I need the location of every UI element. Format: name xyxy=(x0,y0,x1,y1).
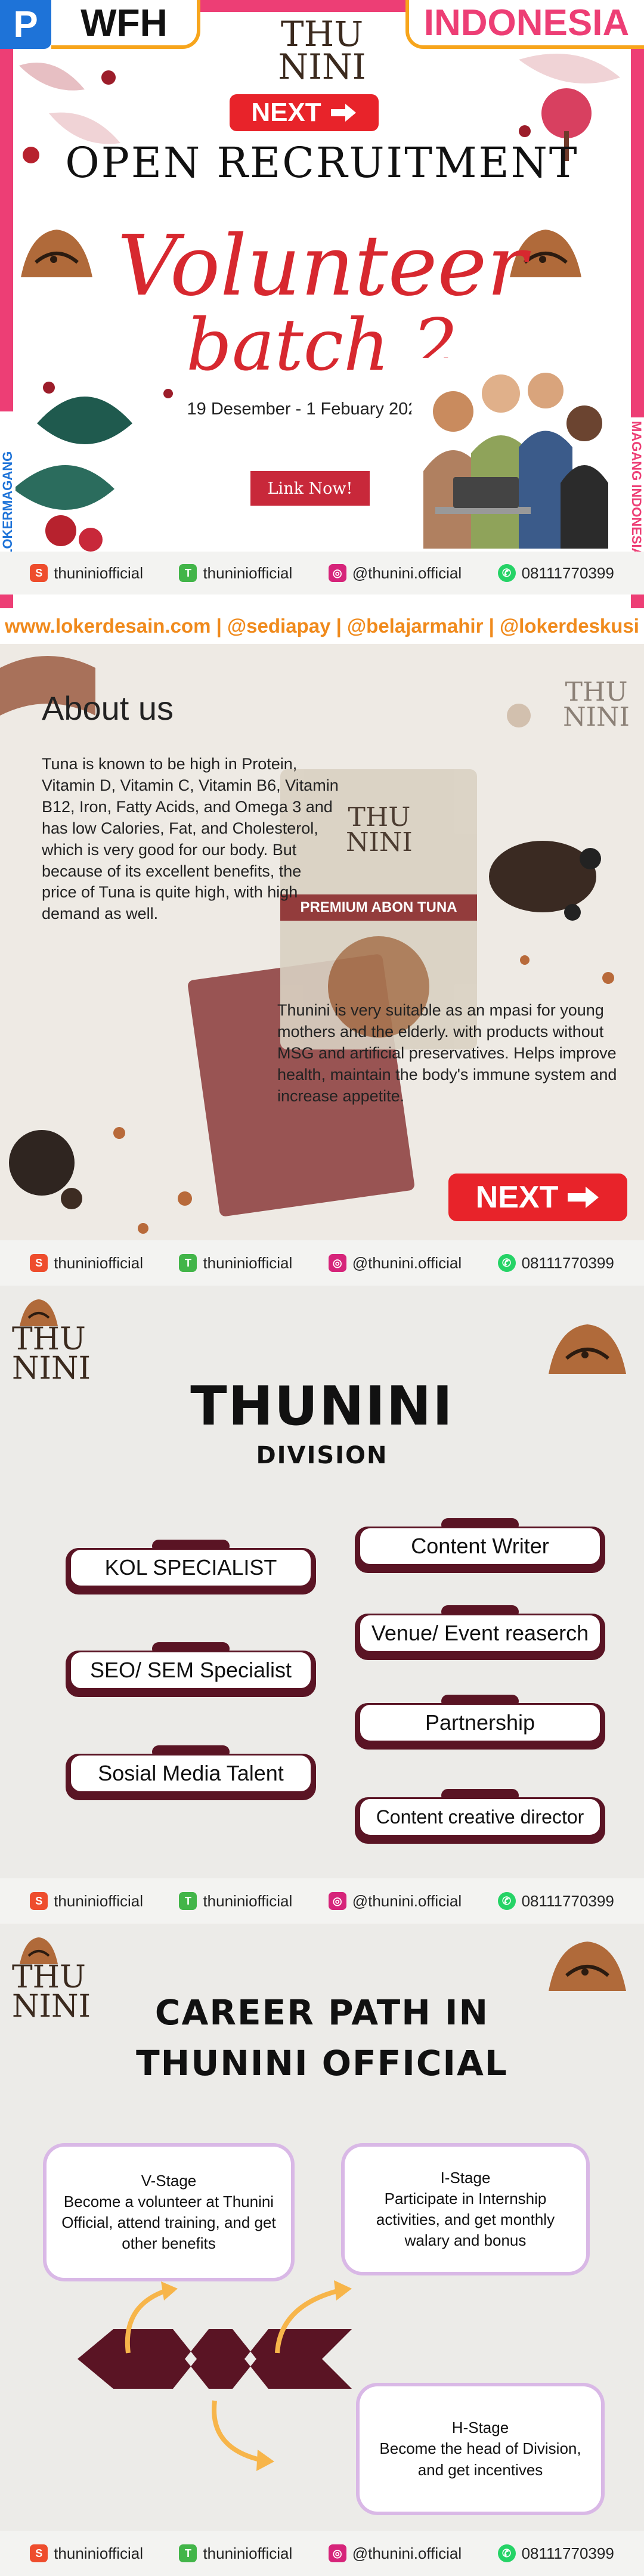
team-photo xyxy=(411,358,614,549)
footer-whatsapp[interactable]: ✆ 08111770399 xyxy=(497,2544,614,2563)
stage-v-name: V-Stage xyxy=(141,2171,197,2190)
emblem-right xyxy=(549,1324,626,1374)
whatsapp-icon: ✆ xyxy=(497,2544,516,2562)
shopee-icon: S xyxy=(30,2544,48,2562)
role-card: Sosial Media Talent xyxy=(66,1745,316,1800)
tokopedia-icon: T xyxy=(179,2544,197,2562)
division-subtitle: DIVISION xyxy=(256,1442,388,1469)
footer-bar-1: Sthuniniofficial Tthuniniofficial ◎ @thun… xyxy=(0,552,644,595)
career-title-line1: CAREER PATH IN xyxy=(154,1992,490,2033)
stage-h-desc: Become the head of Division, and get inc… xyxy=(379,2439,581,2479)
curved-arrow-icon xyxy=(212,2400,263,2463)
footer-shopee[interactable]: Sthuniniofficial xyxy=(30,1254,143,1272)
shopee-icon: S xyxy=(30,564,48,582)
role-card: SEO/ SEM Specialist xyxy=(66,1642,316,1697)
role-venue-event-research: Venue/ Event reaserch xyxy=(358,1614,602,1653)
whatsapp-icon: ✆ xyxy=(497,1892,516,1910)
whatsapp-icon: ✆ xyxy=(497,1254,516,1272)
badge-wfh: WFH xyxy=(51,0,200,49)
footer-instagram[interactable]: ◎ @thunini.official xyxy=(328,564,462,583)
role-card: Venue/ Event reaserch xyxy=(355,1605,605,1660)
role-content-creative-director: Content creative director xyxy=(358,1797,602,1837)
side-label-magang-indonesia: MAGANG INDONESIA xyxy=(628,417,644,572)
footer-whatsapp[interactable]: ✆ 08111770399 xyxy=(497,1892,614,1911)
next-button-about[interactable]: NEXT xyxy=(448,1174,627,1221)
role-content-writer: Content Writer xyxy=(358,1527,602,1566)
chevron-band xyxy=(78,2329,352,2389)
role-card: Content Writer xyxy=(355,1518,605,1573)
open-recruitment-title: OPEN RECRUITMENT xyxy=(65,138,579,187)
career-path-section: THU NINI CAREER PATH IN THUNINI OFFICIAL… xyxy=(0,1924,644,2531)
footer-tokopedia[interactable]: Tthuniniofficial xyxy=(179,2544,292,2563)
link-now-button[interactable]: Link Now! xyxy=(250,471,370,506)
instagram-icon: ◎ xyxy=(328,1892,346,1910)
footer-shopee[interactable]: Sthuniniofficial xyxy=(30,564,143,583)
stage-v: V-Stage Become a volunteer at Thunini Of… xyxy=(47,2147,291,2278)
stage-i-desc: Participate in Internship activities, an… xyxy=(376,2189,555,2250)
footer-shopee[interactable]: Sthuniniofficial xyxy=(30,2544,143,2563)
shopee-icon: S xyxy=(30,1892,48,1910)
badge-p: P xyxy=(0,0,51,49)
website-links-bar: www.lokerdesain.com | @sediapay | @belaj… xyxy=(0,608,644,644)
footer-bar-2: Sthuniniofficial Tthuniniofficial ◎ @thun… xyxy=(0,1240,644,1286)
next-button-top[interactable]: NEXT xyxy=(230,94,379,131)
instagram-icon: ◎ xyxy=(328,564,346,582)
thunini-watermark: THU NINI xyxy=(563,677,630,732)
division-section: THU NINI THUNINI DIVISION KOL SPECIALIST… xyxy=(0,1286,644,1878)
volunteer-title: Volunteer xyxy=(117,218,527,315)
footer-tokopedia[interactable]: Tthuniniofficial xyxy=(179,1254,292,1272)
stage-v-desc: Become a volunteer at Thunini Official, … xyxy=(61,2192,276,2253)
tokopedia-icon: T xyxy=(179,564,197,582)
arrow-right-icon xyxy=(568,1187,599,1208)
footer-instagram[interactable]: ◎ @thunini.official xyxy=(328,2544,462,2563)
division-title: THUNINI xyxy=(190,1375,454,1438)
tokopedia-icon: T xyxy=(179,1254,197,1272)
footer-bar-3: Sthuniniofficial Tthuniniofficial ◎ @thun… xyxy=(0,1878,644,1924)
thunini-logo: THU NINI xyxy=(278,14,366,88)
footer-tokopedia[interactable]: Tthuniniofficial xyxy=(179,564,292,583)
about-us-section: THU NINI PREMIUM ABON TUNA THU NINI Abou… xyxy=(0,644,644,1240)
footer-whatsapp[interactable]: ✆ 08111770399 xyxy=(497,564,614,583)
career-title-line2: THUNINI OFFICIAL xyxy=(136,2043,508,2083)
whatsapp-icon: ✆ xyxy=(497,564,516,582)
footer-shopee[interactable]: Sthuniniofficial xyxy=(30,1892,143,1911)
instagram-icon: ◎ xyxy=(328,2544,346,2562)
instagram-icon: ◎ xyxy=(328,1254,346,1272)
stage-i-name: I-Stage xyxy=(440,2168,491,2187)
about-us-title: About us xyxy=(42,689,174,727)
role-kol-specialist: KOL SPECIALIST xyxy=(69,1548,312,1587)
side-label-lokermagang: LOKERMAGANG xyxy=(0,411,16,561)
footer-whatsapp[interactable]: ✆ 08111770399 xyxy=(497,1254,614,1272)
stage-h-name: H-Stage xyxy=(451,2419,509,2437)
role-card: Content creative director xyxy=(355,1789,605,1844)
role-card: Partnership xyxy=(355,1695,605,1750)
role-sosial-media-talent: Sosial Media Talent xyxy=(69,1754,312,1793)
path-arrows xyxy=(78,2280,352,2471)
role-seo-sem-specialist: SEO/ SEM Specialist xyxy=(69,1651,312,1690)
recruitment-banner: P WFH INDONESIA THU NINI NEXT OPEN RECRU… xyxy=(0,0,644,608)
about-paragraph-1: Tuna is known to be high in Protein, Vit… xyxy=(42,755,339,923)
role-partnership: Partnership xyxy=(358,1703,602,1742)
footer-bar-4: Sthuniniofficial Tthuniniofficial ◎ @thun… xyxy=(0,2531,644,2576)
stage-h: H-Stage Become the head of Division, and… xyxy=(360,2386,601,2512)
about-paragraph-2: Thunini is very suitable as an mpasi for… xyxy=(277,1001,617,1105)
footer-instagram[interactable]: ◎ @thunini.official xyxy=(328,1254,462,1272)
stage-i: I-Stage Participate in Internship activi… xyxy=(345,2147,586,2272)
tokopedia-icon: T xyxy=(179,1892,197,1910)
role-card: KOL SPECIALIST xyxy=(66,1540,316,1594)
shopee-icon: S xyxy=(30,1254,48,1272)
emblem-right xyxy=(549,1942,626,1991)
badge-indonesia: INDONESIA xyxy=(405,0,644,49)
footer-instagram[interactable]: ◎ @thunini.official xyxy=(328,1892,462,1911)
arrow-right-icon xyxy=(330,104,356,122)
footer-tokopedia[interactable]: Tthuniniofficial xyxy=(179,1892,292,1911)
